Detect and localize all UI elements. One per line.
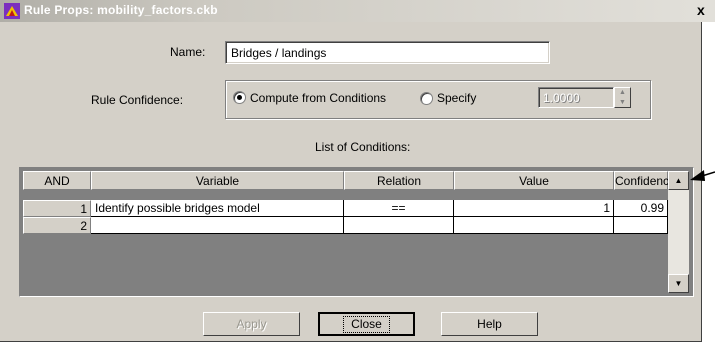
close-window-icon[interactable]: x: [697, 2, 705, 18]
variable-cell[interactable]: [91, 217, 344, 234]
value-cell[interactable]: [454, 217, 614, 234]
help-button[interactable]: Help: [441, 312, 538, 336]
confidence-cell[interactable]: 0.99: [614, 200, 668, 217]
row-number[interactable]: 2: [23, 217, 91, 234]
variable-cell[interactable]: Identify possible bridges model: [91, 200, 344, 217]
specify-option-label[interactable]: Specify: [437, 91, 476, 105]
title-bar[interactable]: Rule Props: mobility_factors.ckb x: [0, 0, 715, 22]
window-title: Rule Props: mobility_factors.ckb: [24, 3, 218, 17]
name-field[interactable]: Bridges / landings: [225, 41, 550, 64]
column-header-value[interactable]: Value: [454, 171, 614, 190]
value-cell[interactable]: 1: [454, 200, 614, 217]
apply-button[interactable]: Apply: [203, 312, 300, 336]
close-button-label: Close: [343, 316, 390, 333]
compute-option-label[interactable]: Compute from Conditions: [250, 91, 386, 105]
close-button[interactable]: Close: [318, 312, 415, 336]
confidence-cell[interactable]: [614, 217, 668, 234]
conditions-label: List of Conditions:: [315, 140, 411, 154]
relation-cell[interactable]: ==: [344, 200, 454, 217]
rule-confidence-label: Rule Confidence:: [91, 93, 184, 107]
rule-props-dialog: Rule Props: mobility_factors.ckb x Name:…: [0, 0, 715, 342]
column-header-and[interactable]: AND: [23, 171, 91, 190]
name-label: Name:: [170, 45, 206, 59]
column-header-relation[interactable]: Relation: [344, 171, 454, 190]
specify-spinner[interactable]: ▲ ▼: [614, 87, 631, 108]
compute-radio[interactable]: [233, 91, 246, 104]
row-number[interactable]: 1: [23, 200, 91, 217]
relation-cell[interactable]: [344, 217, 454, 234]
column-header-confidence[interactable]: Confidence: [614, 171, 676, 190]
specify-radio[interactable]: [420, 92, 433, 105]
scroll-up-icon[interactable]: ▲: [668, 171, 689, 190]
scroll-down-icon[interactable]: ▼: [668, 274, 689, 293]
specify-value-field[interactable]: 1.0000: [538, 87, 614, 108]
rule-app-icon: [4, 3, 20, 19]
column-header-variable[interactable]: Variable: [91, 171, 344, 190]
vertical-scrollbar[interactable]: ▲ ▼: [668, 171, 689, 293]
spin-down-icon[interactable]: ▼: [615, 98, 630, 107]
spin-up-icon[interactable]: ▲: [615, 88, 630, 97]
